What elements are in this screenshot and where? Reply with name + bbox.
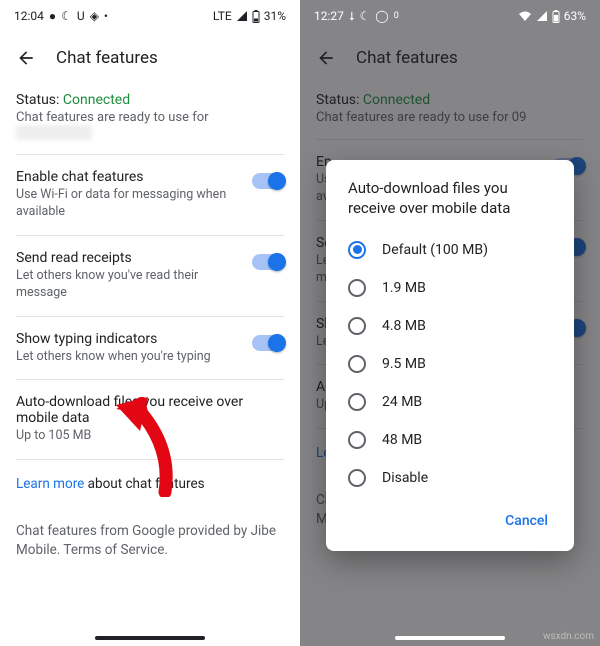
option-48mb[interactable]: 48 MB: [326, 421, 574, 459]
option-9-5mb[interactable]: 9.5 MB: [326, 345, 574, 383]
learn-more-row: Learn more about chat features: [16, 460, 284, 496]
signal-icon: [536, 10, 548, 22]
option-default[interactable]: Default (100 MB): [326, 231, 574, 269]
radio-icon: [348, 355, 366, 373]
moon-icon: ☾: [61, 9, 72, 23]
status-time: 12:27: [314, 9, 344, 23]
option-4-8mb[interactable]: 4.8 MB: [326, 307, 574, 345]
download-icon: ⭣: [349, 9, 355, 24]
option-label: 9.5 MB: [382, 356, 426, 372]
option-1-9mb[interactable]: 1.9 MB: [326, 269, 574, 307]
header: Chat features: [0, 30, 300, 86]
page-title: Chat features: [56, 48, 158, 68]
gesture-bar[interactable]: [395, 636, 505, 640]
setting-sub: Let others know when you're typing: [16, 349, 211, 366]
gesture-bar[interactable]: [95, 636, 205, 640]
watermark: wsxdn.com: [543, 631, 594, 642]
status-label: Status:: [16, 92, 63, 108]
setting-read-receipts[interactable]: Send read receipts Let others know you'v…: [16, 236, 284, 317]
option-label: 4.8 MB: [382, 318, 426, 334]
phone-left: 12:04 ● ☾ U ◈ • LTE 31% Chat features St…: [0, 0, 300, 646]
radio-icon: [348, 469, 366, 487]
battery-icon: [252, 10, 260, 23]
cancel-button[interactable]: Cancel: [495, 505, 558, 537]
data-icon: 0: [394, 11, 399, 21]
switch-enable-chat[interactable]: [252, 173, 284, 189]
dot2-icon: •: [104, 9, 108, 23]
content: Status: Connected Chat features are read…: [0, 86, 300, 570]
footer-text: Chat features from Google provided by Ji…: [16, 496, 284, 570]
status-time: 12:04: [14, 9, 44, 23]
status-value: Connected: [63, 92, 130, 108]
setting-title: Send read receipts: [16, 250, 242, 266]
setting-title: Auto-download files you receive over mob…: [16, 394, 284, 426]
learn-more-link[interactable]: Learn more: [16, 476, 84, 492]
option-label: 1.9 MB: [382, 280, 426, 296]
battery-icon: [552, 10, 560, 23]
dot-icon: ◈: [90, 9, 99, 23]
option-label: 24 MB: [382, 394, 422, 410]
setting-enable-chat[interactable]: Enable chat features Use Wi-Fi or data f…: [16, 155, 284, 236]
option-label: Default (100 MB): [382, 242, 488, 258]
moon-icon: ☾: [360, 9, 371, 23]
battery-label: 63%: [564, 9, 586, 23]
switch-read-receipts[interactable]: [252, 254, 284, 270]
setting-sub: Use Wi-Fi or data for messaging when ava…: [16, 187, 242, 221]
option-24mb[interactable]: 24 MB: [326, 383, 574, 421]
status-bar: 12:27 ⭣ ☾ ◯ 0 63%: [300, 0, 600, 30]
setting-sub: Let others know you've read their messag…: [16, 268, 242, 302]
signal-icon: [236, 10, 248, 22]
setting-title: Enable chat features: [16, 169, 242, 185]
radio-icon: [348, 279, 366, 297]
phone-right: Chat features Status: Connected Chat fea…: [300, 0, 600, 646]
setting-typing-indicators[interactable]: Show typing indicators Let others know w…: [16, 317, 284, 381]
radio-icon: [348, 431, 366, 449]
network-label: LTE: [213, 9, 232, 23]
setting-auto-download[interactable]: Auto-download files you receive over mob…: [16, 380, 284, 460]
u-icon: U: [77, 9, 85, 23]
status-sub-prefix: Chat features are ready to use for: [16, 110, 209, 125]
learn-more-rest: about chat features: [84, 476, 204, 492]
option-label: Disable: [382, 470, 428, 486]
circle-icon: ◯: [375, 9, 388, 23]
auto-download-dialog: Auto-download files you receive over mob…: [326, 160, 574, 551]
radio-icon: [348, 317, 366, 335]
carrier-icon: ●: [49, 9, 56, 23]
wifi-icon: [518, 10, 532, 22]
setting-title: Show typing indicators: [16, 331, 211, 347]
status-block: Status: Connected Chat features are read…: [16, 86, 284, 155]
radio-icon: [348, 241, 366, 259]
switch-typing-indicators[interactable]: [252, 335, 284, 351]
radio-icon: [348, 393, 366, 411]
option-disable[interactable]: Disable: [326, 459, 574, 497]
dialog-title: Auto-download files you receive over mob…: [326, 178, 574, 231]
status-sub-hidden: #########: [16, 125, 92, 140]
back-icon[interactable]: [16, 48, 36, 68]
battery-label: 31%: [264, 9, 286, 23]
status-bar: 12:04 ● ☾ U ◈ • LTE 31%: [0, 0, 300, 30]
option-label: 48 MB: [382, 432, 422, 448]
setting-sub: Up to 105 MB: [16, 428, 284, 445]
